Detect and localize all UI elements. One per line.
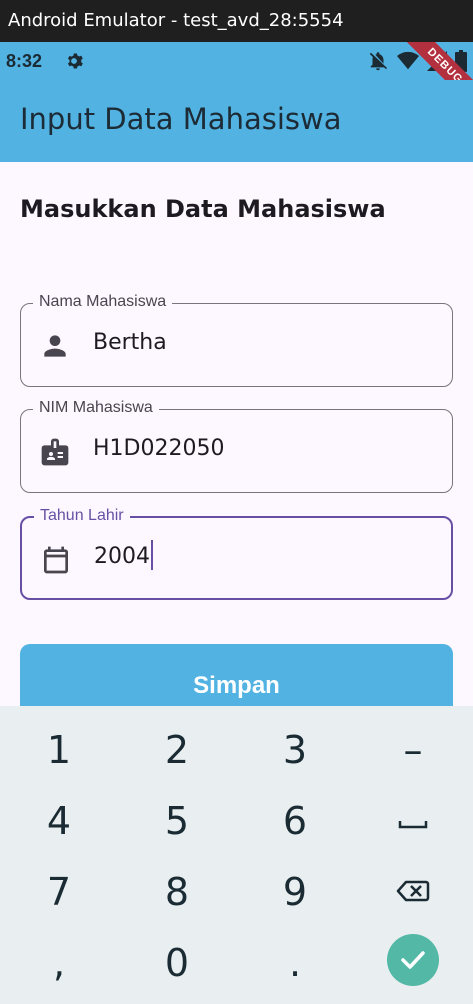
calendar-icon <box>44 546 68 574</box>
numeric-keyboard: 1 2 3 – 4 5 6 7 8 9 , 0 . <box>0 706 473 1004</box>
key-5[interactable]: 5 <box>118 799 236 859</box>
key-space[interactable] <box>354 799 472 859</box>
key-period[interactable]: . <box>236 941 354 1001</box>
key-0[interactable]: 0 <box>118 941 236 1001</box>
key-8[interactable]: 8 <box>118 870 236 930</box>
space-bar-icon <box>398 821 428 829</box>
form-heading: Masukkan Data Mahasiswa <box>20 195 386 223</box>
nim-mahasiswa-field[interactable]: NIM Mahasiswa H1D022050 <box>20 399 453 493</box>
app-bar-title: Input Data Mahasiswa <box>20 102 342 136</box>
nama-mahasiswa-label: Nama Mahasiswa <box>33 293 173 311</box>
status-bar: 8:32 DEBUG <box>0 42 473 116</box>
key-3[interactable]: 3 <box>236 728 354 788</box>
text-cursor <box>151 540 153 570</box>
key-2[interactable]: 2 <box>118 728 236 788</box>
emulator-window-title: Android Emulator - test_avd_28:5554 <box>0 0 473 42</box>
tahun-lahir-field[interactable]: Tahun Lahir 2004 <box>20 507 453 600</box>
key-backspace[interactable] <box>354 870 472 930</box>
settings-gear-icon <box>64 51 84 76</box>
badge-icon <box>41 438 69 466</box>
wifi-icon <box>397 51 419 70</box>
nama-mahasiswa-field[interactable]: Nama Mahasiswa Bertha <box>20 293 453 387</box>
notifications-off-icon <box>369 52 388 71</box>
key-6[interactable]: 6 <box>236 799 354 859</box>
key-9[interactable]: 9 <box>236 870 354 930</box>
nama-mahasiswa-value: Bertha <box>93 330 167 355</box>
tahun-lahir-label: Tahun Lahir <box>34 507 130 525</box>
key-done[interactable] <box>387 934 439 986</box>
nim-mahasiswa-value: H1D022050 <box>93 436 225 461</box>
form-content: Masukkan Data Mahasiswa Nama Mahasiswa B… <box>0 162 473 728</box>
tahun-lahir-value: 2004 <box>94 540 153 570</box>
status-time: 8:32 <box>6 51 43 71</box>
nim-mahasiswa-label: NIM Mahasiswa <box>33 399 159 417</box>
check-icon <box>401 951 425 969</box>
key-7[interactable]: 7 <box>0 870 118 930</box>
key-1[interactable]: 1 <box>0 728 118 788</box>
person-icon <box>44 335 66 357</box>
backspace-icon <box>396 880 430 902</box>
key-minus[interactable]: – <box>354 728 472 788</box>
device-screen: 8:32 DEBUG Input Data Mahasiswa Masukkan… <box>0 42 473 1004</box>
key-4[interactable]: 4 <box>0 799 118 859</box>
app-bar: Input Data Mahasiswa <box>0 80 473 162</box>
key-comma[interactable]: , <box>0 941 118 1001</box>
